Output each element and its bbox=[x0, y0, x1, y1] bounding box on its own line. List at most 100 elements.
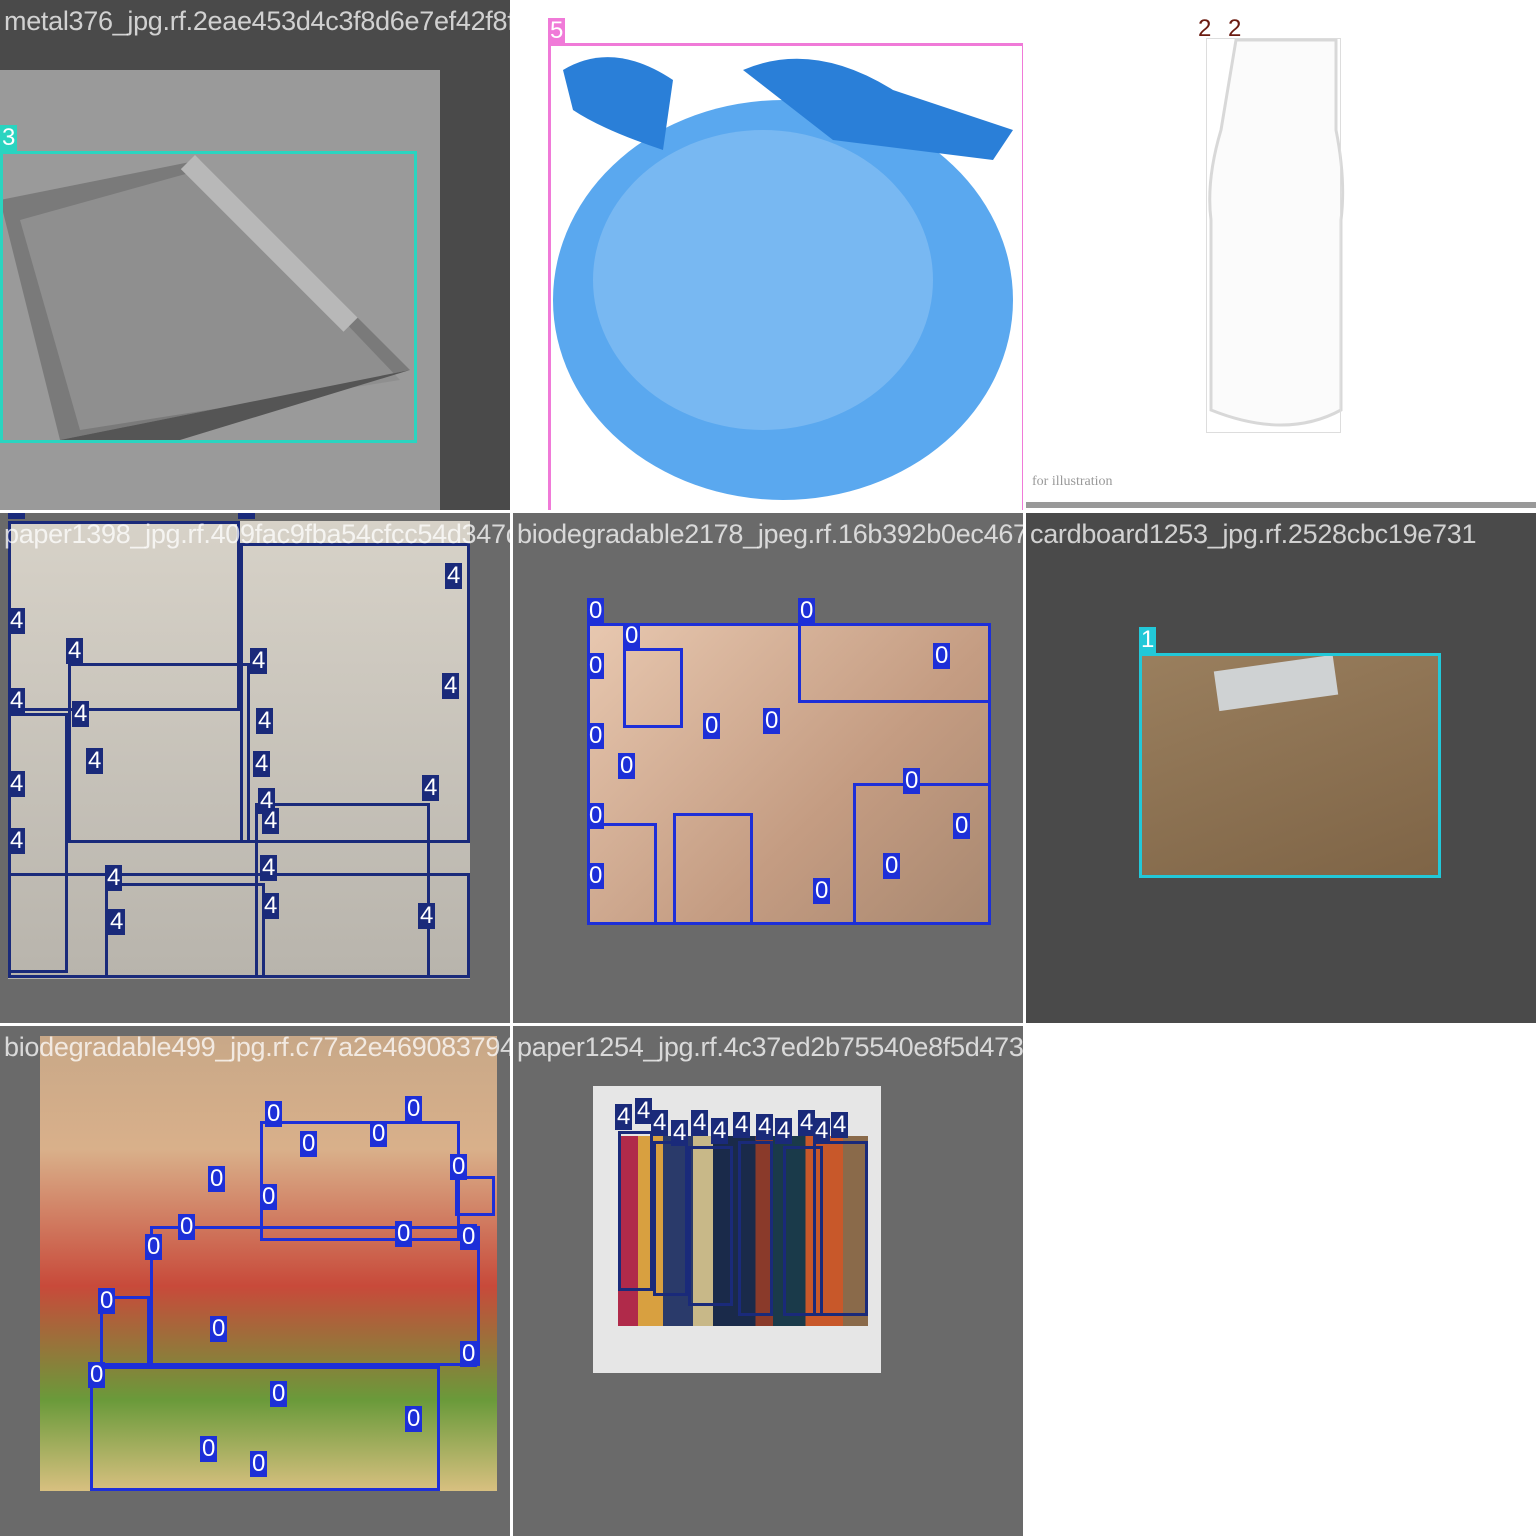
detection-label-paper: 4 bbox=[105, 864, 123, 891]
detection-label-bio: 0 bbox=[763, 707, 781, 734]
tile-title: metal376_jpg.rf.2eae453d4c3f8d6e7ef42f8f… bbox=[4, 6, 510, 36]
grid-line bbox=[0, 1023, 1536, 1026]
detection-label-bio: 0 bbox=[405, 1405, 423, 1432]
detection-label-paper: 4 bbox=[8, 770, 26, 797]
detection-box-bio bbox=[455, 1176, 495, 1216]
detection-label-paper: 4 bbox=[418, 902, 436, 929]
detection-label-bio: 0 bbox=[178, 1213, 196, 1240]
detection-label-bio: 0 bbox=[883, 852, 901, 879]
detection-box-bio bbox=[853, 783, 991, 925]
detection-label-bio: 0 bbox=[953, 812, 971, 839]
detection-label-paper: 4 bbox=[108, 908, 126, 935]
detection-label-bio: 0 bbox=[587, 597, 605, 624]
detection-label-paper: 4 bbox=[442, 672, 460, 699]
tile-cardboard: 1 cardboard1253_jpg.rf.2528cbc19e731 bbox=[1026, 513, 1536, 1023]
watermark-text: for illustration bbox=[1032, 474, 1113, 489]
detection-label-plastic: 5 bbox=[548, 17, 566, 44]
tile-paper-newspapers: 4 4 4 4 4 4 4 4 4 4 4 4 4 4 4 4 4 4 4 4 … bbox=[0, 513, 510, 1023]
detection-label-paper: 4 bbox=[445, 562, 463, 589]
detection-label-paper: 4 bbox=[813, 1117, 831, 1144]
detection-label-paper: 4 bbox=[253, 750, 271, 777]
detection-label-bio: 0 bbox=[88, 1361, 106, 1388]
tile-title: cardboard1253_jpg.rf.2528cbc19e731 bbox=[1030, 519, 1477, 549]
detection-label-paper: 4 bbox=[422, 774, 440, 801]
detection-label-bio: 0 bbox=[460, 1340, 478, 1367]
detection-box-bio bbox=[260, 1121, 460, 1241]
detection-label-paper: 4 bbox=[756, 1113, 774, 1140]
detection-label-bio: 0 bbox=[903, 767, 921, 794]
detection-label-paper: 4 bbox=[262, 892, 280, 919]
tile-title: biodegradable2178_jpeg.rf.16b392b0ec4679… bbox=[517, 519, 1023, 549]
detection-label-paper: 4 bbox=[262, 807, 280, 834]
tile-biodegradable-market: 0 0 0 0 0 0 0 0 0 0 0 0 0 0 0 0 0 0 0 bi… bbox=[0, 1026, 510, 1536]
tile-title: paper1398_jpg.rf.409fac9fba54cfcc54d347d… bbox=[4, 519, 510, 549]
detection-box-paper bbox=[618, 1131, 653, 1291]
detection-box-plastic bbox=[548, 43, 1023, 510]
detection-label-bio: 0 bbox=[587, 802, 605, 829]
detection-label-bio: 0 bbox=[587, 722, 605, 749]
detection-box-paper bbox=[813, 1141, 868, 1316]
detection-box-bio bbox=[798, 623, 991, 703]
detection-label-paper: 4 bbox=[671, 1119, 689, 1146]
detection-label-paper: 4 bbox=[66, 637, 84, 664]
detection-label-paper: 4 bbox=[8, 607, 26, 634]
detection-box-bio bbox=[150, 1226, 480, 1366]
tile-empty bbox=[1026, 1026, 1536, 1536]
detection-label-paper: 4 bbox=[8, 687, 26, 714]
grid-line bbox=[510, 0, 513, 1536]
detection-box-paper bbox=[653, 1141, 688, 1296]
detection-label-bio: 0 bbox=[208, 1165, 226, 1192]
detection-label-paper: 4 bbox=[775, 1117, 793, 1144]
detection-label-bio: 0 bbox=[98, 1287, 116, 1314]
detection-label-paper: 4 bbox=[250, 647, 268, 674]
detection-label-bio: 0 bbox=[587, 862, 605, 889]
detection-label-paper: 4 bbox=[733, 1111, 751, 1138]
tile-paper-books: 4 4 4 4 4 4 4 4 4 4 4 4 paper1254_jpg.rf… bbox=[513, 1026, 1023, 1536]
detection-label-paper: 4 bbox=[8, 827, 26, 854]
detection-label-paper: 4 bbox=[651, 1109, 669, 1136]
detection-label-metal: 3 bbox=[0, 124, 18, 151]
detection-box-paper bbox=[688, 1146, 733, 1306]
detection-box-paper bbox=[8, 873, 470, 978]
tile-title: paper1254_jpg.rf.4c37ed2b75540e8f5d4737e bbox=[517, 1032, 1023, 1062]
detection-label-bio: 0 bbox=[813, 877, 831, 904]
detection-label-paper: 4 bbox=[256, 707, 274, 734]
detection-label-bio: 0 bbox=[210, 1315, 228, 1342]
detection-box-bio bbox=[623, 648, 683, 728]
detection-box-glass-a bbox=[1206, 38, 1341, 433]
detection-label-paper: 4 bbox=[691, 1109, 709, 1136]
detection-label-bio: 0 bbox=[623, 622, 641, 649]
tile-plastic: 5 bbox=[513, 0, 1023, 510]
detection-label-paper: 4 bbox=[831, 1111, 849, 1138]
detection-label-glass-b: 2 bbox=[1228, 15, 1242, 42]
detection-box-bio bbox=[673, 813, 753, 925]
detection-box-paper bbox=[738, 1141, 773, 1316]
detection-label-bio: 0 bbox=[260, 1183, 278, 1210]
detection-label-bio: 0 bbox=[703, 712, 721, 739]
tile-biodegradable-hands: 0 0 0 0 0 0 0 0 0 0 0 0 0 0 0 biodegrada… bbox=[513, 513, 1023, 1023]
detection-label-paper: 4 bbox=[238, 513, 256, 519]
tile-metal: 3 metal376_jpg.rf.2eae453d4c3f8d6e7ef42f… bbox=[0, 0, 510, 510]
tile-title: biodegradable499_jpg.rf.c77a2e4690837940… bbox=[4, 1032, 510, 1062]
detection-label-bio: 0 bbox=[270, 1380, 288, 1407]
detection-label-bio: 0 bbox=[798, 597, 816, 624]
detection-label-paper: 4 bbox=[8, 513, 26, 519]
detection-label-bio: 0 bbox=[300, 1130, 318, 1157]
grid-line bbox=[0, 510, 1536, 513]
detection-label-bio: 0 bbox=[200, 1435, 218, 1462]
detection-label-paper: 4 bbox=[72, 700, 90, 727]
detection-label-bio: 0 bbox=[933, 642, 951, 669]
detection-label-bio: 0 bbox=[405, 1095, 423, 1122]
detection-label-bio: 0 bbox=[587, 652, 605, 679]
detection-label-bio: 0 bbox=[145, 1233, 163, 1260]
detection-label-paper: 4 bbox=[635, 1097, 653, 1124]
detection-label-paper: 4 bbox=[711, 1117, 729, 1144]
detection-label-paper: 4 bbox=[615, 1103, 633, 1130]
detection-label-bio: 0 bbox=[370, 1120, 388, 1147]
detection-label-bio: 0 bbox=[460, 1223, 478, 1250]
detection-label-cardboard: 1 bbox=[1139, 626, 1157, 653]
detection-label-paper: 4 bbox=[86, 747, 104, 774]
tile-glass: 2 2 for illustration bbox=[1026, 0, 1536, 510]
detection-box-cardboard bbox=[1139, 653, 1441, 878]
detection-label-bio: 0 bbox=[265, 1100, 283, 1127]
